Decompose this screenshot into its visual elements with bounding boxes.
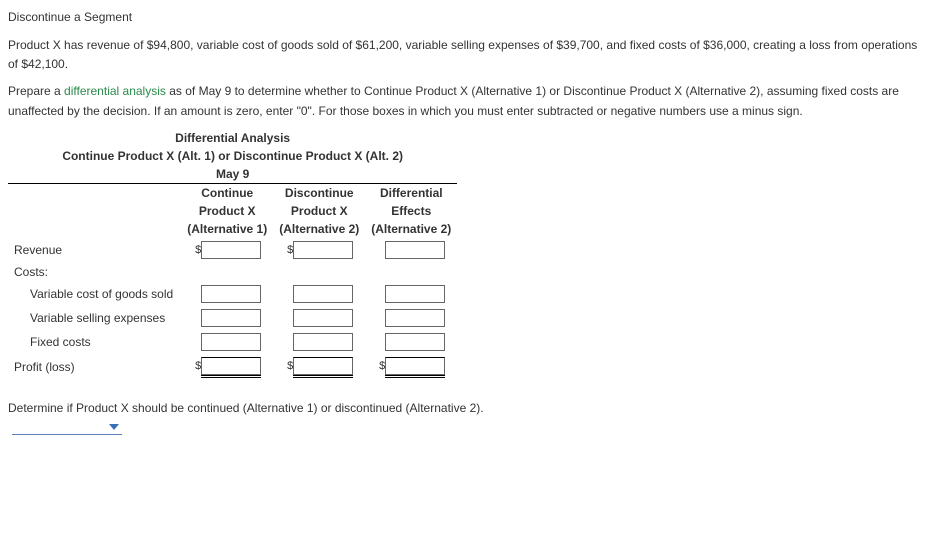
intro-paragraph: Product X has revenue of $94,800, variab… — [8, 36, 930, 74]
input-vcogs-alt2[interactable] — [293, 285, 353, 303]
dollar-sign: $ — [285, 360, 293, 372]
input-fixed-alt2[interactable] — [293, 333, 353, 351]
dollar-sign: $ — [377, 360, 385, 372]
input-vse-alt1[interactable] — [201, 309, 261, 327]
footer-question: Determine if Product X should be continu… — [8, 401, 484, 415]
chevron-down-icon — [108, 423, 120, 431]
instructions-paragraph: Prepare a differential analysis as of Ma… — [8, 82, 930, 120]
input-vse-alt2[interactable] — [293, 309, 353, 327]
analysis-table-wrap: Differential Analysis Continue Product X… — [8, 129, 930, 381]
row-profit: Profit (loss) $ $ $ — [8, 354, 457, 381]
input-revenue-diff[interactable] — [385, 241, 445, 259]
table-title-1: Differential Analysis — [8, 129, 457, 147]
col1-header-l1: Continue — [181, 184, 273, 202]
page-title: Discontinue a Segment — [8, 10, 930, 24]
row-fixed: Fixed costs $ $ $ — [8, 330, 457, 354]
input-fixed-alt1[interactable] — [201, 333, 261, 351]
input-revenue-alt2[interactable] — [293, 241, 353, 259]
col3-header-l3: (Alternative 2) — [365, 220, 457, 238]
dollar-sign: $ — [193, 360, 201, 372]
input-vcogs-diff[interactable] — [385, 285, 445, 303]
row-vcogs: Variable cost of goods sold $ $ $ — [8, 282, 457, 306]
col1-header-l2: Product X — [181, 202, 273, 220]
input-profit-alt1[interactable] — [201, 357, 261, 375]
label-profit: Profit (loss) — [8, 354, 181, 381]
col2-header-l1: Discontinue — [273, 184, 365, 202]
input-profit-alt2[interactable] — [293, 357, 353, 375]
col2-header-l2: Product X — [273, 202, 365, 220]
col1-header-l3: (Alternative 1) — [181, 220, 273, 238]
input-vse-diff[interactable] — [385, 309, 445, 327]
input-fixed-diff[interactable] — [385, 333, 445, 351]
label-revenue: Revenue — [8, 238, 181, 262]
row-vse: Variable selling expenses $ $ $ — [8, 306, 457, 330]
col3-header-l1: Differential — [365, 184, 457, 202]
label-vse: Variable selling expenses — [8, 306, 181, 330]
analysis-table: Differential Analysis Continue Product X… — [8, 129, 457, 381]
label-vcogs: Variable cost of goods sold — [8, 282, 181, 306]
input-vcogs-alt1[interactable] — [201, 285, 261, 303]
dollar-sign: $ — [285, 244, 293, 256]
instr-text-a: Prepare a — [8, 84, 64, 98]
table-title-2: Continue Product X (Alt. 1) or Discontin… — [8, 147, 457, 165]
differential-analysis-link[interactable]: differential analysis — [64, 84, 166, 98]
input-revenue-alt1[interactable] — [201, 241, 261, 259]
row-revenue: Revenue $ $ $ — [8, 238, 457, 262]
table-title-3: May 9 — [8, 165, 457, 183]
row-costs-header: Costs: — [8, 262, 457, 282]
input-profit-diff[interactable] — [385, 357, 445, 375]
col2-header-l3: (Alternative 2) — [273, 220, 365, 238]
answer-dropdown[interactable] — [12, 419, 122, 435]
label-costs: Costs: — [8, 262, 181, 282]
dollar-sign: $ — [193, 244, 201, 256]
col3-header-l2: Effects — [365, 202, 457, 220]
label-fixed: Fixed costs — [8, 330, 181, 354]
